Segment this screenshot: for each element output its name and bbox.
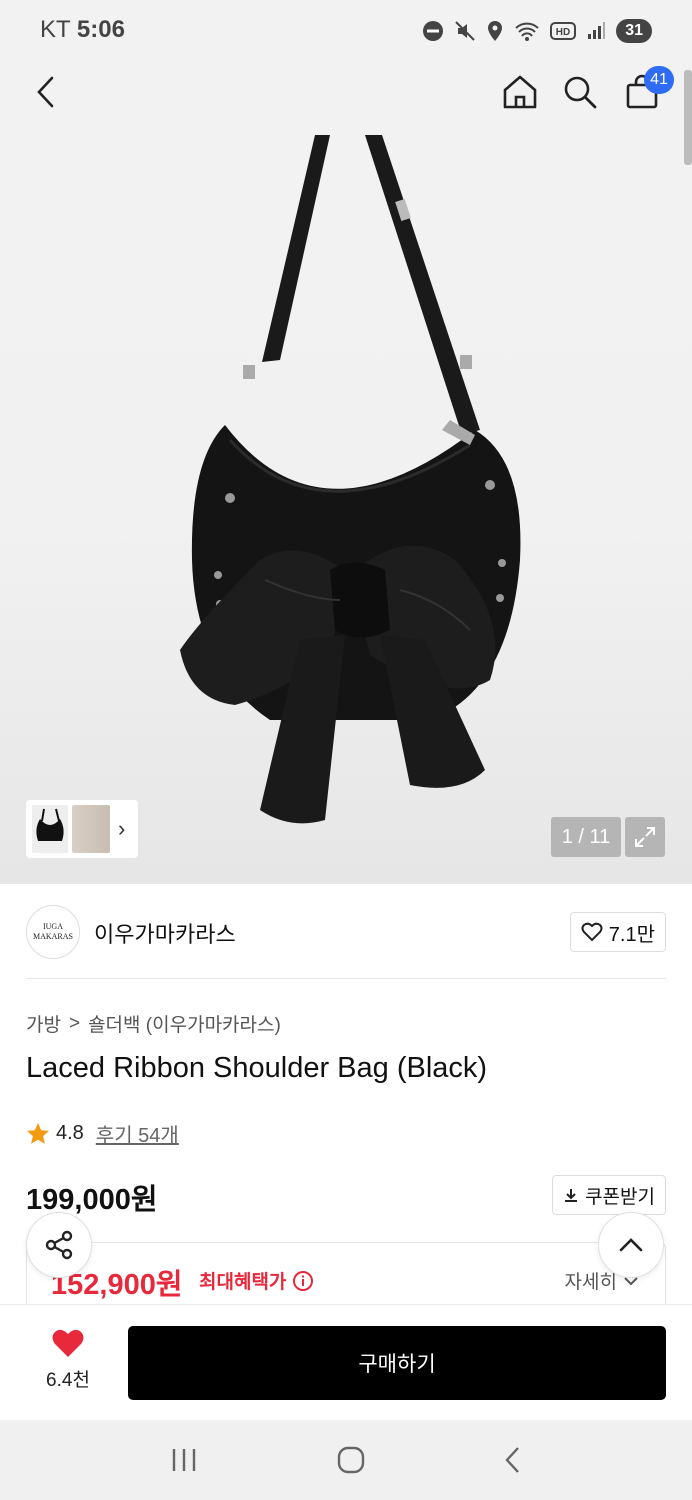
brand-logo[interactable]: IUGA MAKARAS: [26, 905, 80, 959]
rating-row: 4.8 후기 54개: [26, 1119, 179, 1148]
search-icon: [564, 76, 597, 109]
thumbnail-model[interactable]: [72, 805, 110, 853]
wishlist-count: 6.4천: [46, 1370, 90, 1391]
benefit-details-label: 자세히: [564, 1272, 617, 1293]
brand-logo-line1: IUGA: [42, 922, 63, 931]
mute-icon: [455, 21, 475, 41]
benefit-label: 최대혜택가: [199, 1267, 314, 1294]
product-image-area: KT 5:06 HD 31 41 › 1 / 11: [0, 0, 692, 884]
location-icon: [488, 21, 503, 41]
expand-icon: [635, 827, 655, 847]
dnd-icon: [423, 21, 444, 41]
scroll-to-top-button[interactable]: [598, 1212, 664, 1278]
status-bar: KT 5:06 HD 31: [0, 0, 692, 62]
coupon-button[interactable]: 쿠폰받기: [552, 1175, 666, 1215]
brand-logo-line2: MAKARAS: [32, 932, 73, 941]
image-counter: 1 / 11: [551, 817, 621, 857]
top-nav: 41: [0, 62, 692, 122]
purchase-bar: 6.4천 구매하기: [0, 1304, 692, 1420]
buy-button[interactable]: 구매하기: [128, 1326, 666, 1400]
carrier-name: KT: [40, 16, 71, 43]
home-nav-icon[interactable]: [336, 1445, 366, 1475]
hd-icon: HD: [550, 22, 577, 40]
brand-like-count: 7.1만: [608, 923, 655, 946]
share-button[interactable]: [26, 1212, 92, 1278]
download-icon: [565, 1189, 578, 1202]
breadcrumb-category[interactable]: 가방: [26, 1010, 61, 1037]
android-nav-bar: [0, 1420, 692, 1500]
chevron-right-icon[interactable]: ›: [118, 816, 125, 842]
star-icon: [27, 1122, 49, 1144]
status-carrier: KT 5:06: [40, 16, 125, 44]
battery-indicator: 31: [616, 19, 652, 43]
divider: [26, 978, 666, 979]
share-icon: [45, 1230, 73, 1260]
product-photo[interactable]: [150, 130, 550, 840]
breadcrumb: 가방 > 숄더백 (이우가마카라스): [26, 1010, 281, 1037]
expand-button[interactable]: [625, 817, 665, 857]
product-page: KT 5:06 HD 31 41 › 1 / 11 IUGA MAKARAS 이…: [0, 0, 692, 1500]
brand-row: IUGA MAKARAS 이우가마카라스 7.1만: [26, 905, 666, 959]
chevron-left-icon: [37, 76, 54, 108]
back-nav-icon[interactable]: [503, 1445, 523, 1475]
home-button[interactable]: [498, 70, 542, 114]
max-benefit-box[interactable]: 152,900원 최대혜택가 자세히: [26, 1242, 666, 1312]
review-link[interactable]: 후기 54개: [96, 1119, 179, 1148]
svg-text:HD: HD: [556, 27, 570, 38]
coupon-label: 쿠폰받기: [585, 1186, 655, 1208]
heart-outline-icon: [581, 922, 603, 942]
cart-button[interactable]: 41: [620, 66, 674, 114]
benefit-label-text: 최대혜택가: [199, 1272, 287, 1293]
breadcrumb-subcategory[interactable]: 숄더백 (이우가마카라스): [88, 1010, 281, 1037]
signal-icon: [588, 22, 606, 39]
wifi-icon: [515, 22, 539, 41]
rating-value: 4.8: [56, 1122, 84, 1144]
recent-apps-icon[interactable]: [169, 1446, 199, 1474]
wishlist-button[interactable]: 6.4천: [30, 1329, 106, 1399]
back-button[interactable]: [24, 70, 68, 114]
search-button[interactable]: [558, 70, 602, 114]
heart-filled-icon: [52, 1329, 84, 1357]
brand-like-button[interactable]: 7.1만: [569, 912, 666, 952]
cart-count-badge: 41: [644, 66, 674, 94]
info-icon[interactable]: [292, 1270, 314, 1292]
thumbnail-bag[interactable]: [32, 805, 68, 853]
product-title: Laced Ribbon Shoulder Bag (Black): [26, 1052, 488, 1084]
thumbnail-strip[interactable]: ›: [26, 800, 138, 858]
chevron-up-icon: [619, 1238, 643, 1252]
breadcrumb-separator: >: [68, 1012, 81, 1034]
status-time: 5:06: [76, 16, 125, 43]
scrollbar[interactable]: [684, 70, 692, 165]
product-price: 199,000원: [26, 1184, 158, 1216]
brand-name[interactable]: 이우가마카라스: [94, 917, 236, 949]
home-icon: [503, 75, 537, 109]
status-icons: HD 31: [422, 16, 652, 46]
